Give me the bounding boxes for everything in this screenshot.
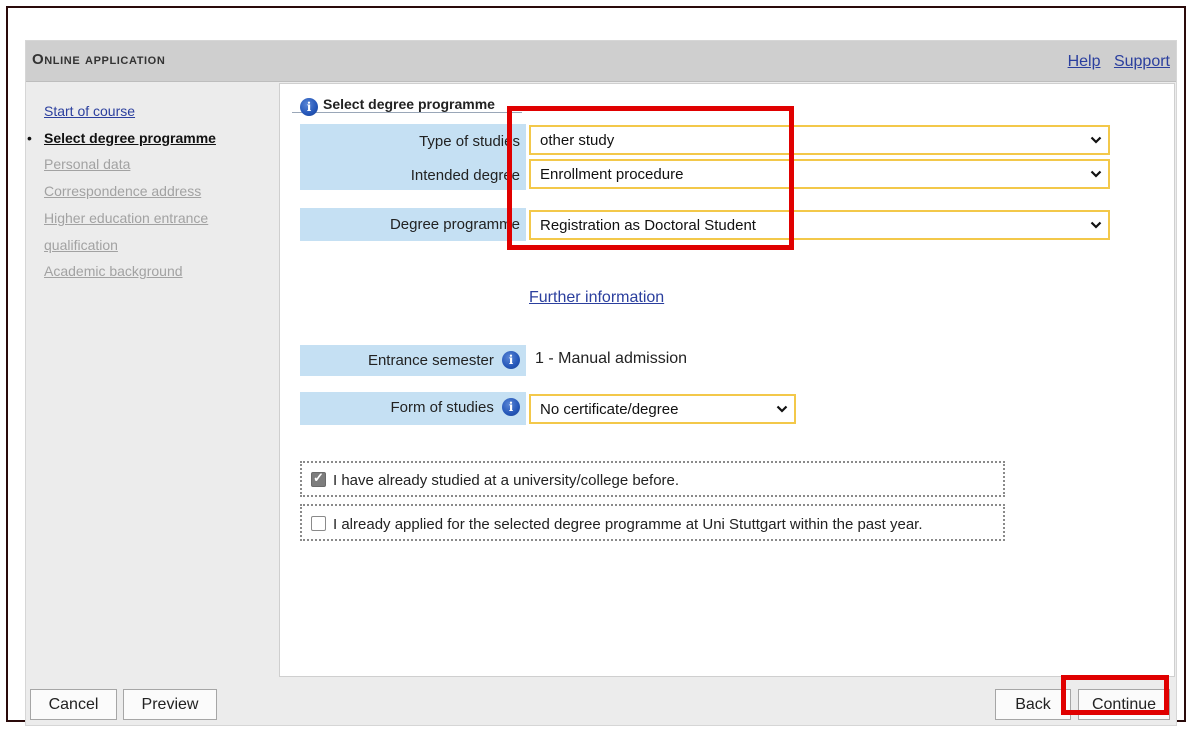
applied-before-label: I already applied for the selected degre… (333, 516, 923, 533)
main-content: i Select degree programme Type of studie… (279, 83, 1175, 677)
section-heading: i Select degree programme (292, 90, 522, 116)
sidebar: Start of course Select degree programme … (26, 82, 279, 677)
further-information-link[interactable]: Further information (529, 289, 664, 307)
sidebar-item-label: Academic background (44, 263, 183, 280)
form-of-studies-label-block: Form of studies i (300, 392, 526, 425)
studied-before-label: I have already studied at a university/c… (333, 472, 680, 489)
applied-before-checkbox[interactable] (311, 516, 326, 531)
degree-programme-value: Registration as Doctoral Student (540, 217, 756, 234)
support-link[interactable]: Support (1114, 53, 1170, 70)
sidebar-item-correspondence-address: Correspondence address (26, 178, 279, 205)
intended-degree-value: Enrollment procedure (540, 166, 684, 183)
type-of-studies-value: other study (540, 132, 615, 149)
sidebar-item-personal-data: Personal data (26, 151, 279, 178)
sidebar-item-label: Personal data (44, 156, 131, 173)
applied-before-row[interactable]: I already applied for the selected degre… (300, 504, 1005, 541)
degree-programme-label: Degree programme (300, 208, 526, 241)
sidebar-item-qualification: qualification (26, 232, 279, 259)
type-of-studies-select[interactable]: other study (529, 125, 1110, 155)
application-window: Online application Help Support Start of… (6, 6, 1186, 726)
chevron-down-icon (1090, 170, 1102, 178)
help-link[interactable]: Help (1068, 53, 1101, 70)
chevron-down-icon (1090, 136, 1102, 144)
type-of-studies-label: Type of studies (419, 133, 520, 150)
entrance-semester-label: Entrance semester (367, 352, 494, 369)
header-links: Help Support (1059, 53, 1170, 71)
sidebar-item-label: qualification (44, 236, 118, 253)
cancel-button[interactable]: Cancel (30, 689, 117, 720)
section-title: Select degree programme (323, 96, 495, 112)
chevron-down-icon (1090, 221, 1102, 229)
sidebar-steps: Start of course Select degree programme … (26, 82, 279, 285)
sidebar-item-start-of-course[interactable]: Start of course (26, 98, 279, 125)
type-and-degree-label-block: Type of studies Intended degree (300, 124, 526, 190)
info-icon[interactable]: i (502, 397, 520, 416)
sidebar-item-label: Select degree programme (44, 129, 216, 146)
studied-before-row[interactable]: I have already studied at a university/c… (300, 461, 1005, 497)
form-of-studies-value: No certificate/degree (540, 401, 679, 418)
preview-button[interactable]: Preview (123, 689, 217, 720)
info-icon: i (300, 98, 318, 116)
sidebar-item-select-degree-programme: Select degree programme (26, 125, 279, 152)
sidebar-item-label: Correspondence address (44, 183, 202, 200)
continue-button[interactable]: Continue (1078, 689, 1170, 720)
form-of-studies-select[interactable]: No certificate/degree (529, 394, 796, 424)
studied-before-checkbox[interactable] (311, 470, 326, 487)
sidebar-item-label: Higher education entrance (44, 209, 209, 226)
intended-degree-select[interactable]: Enrollment procedure (529, 159, 1110, 189)
page-title: Online application (32, 51, 166, 68)
entrance-semester-value: 1 - Manual admission (535, 350, 688, 367)
chevron-down-icon (776, 405, 788, 413)
degree-programme-select[interactable]: Registration as Doctoral Student (529, 210, 1110, 240)
sidebar-item-higher-education-entrance: Higher education entrance (26, 205, 279, 232)
form-of-studies-label: Form of studies (390, 399, 494, 416)
header-bar: Online application Help Support (26, 41, 1176, 82)
info-icon[interactable]: i (502, 350, 520, 369)
sidebar-item-label[interactable]: Start of course (44, 103, 135, 119)
intended-degree-label: Intended degree (410, 167, 520, 184)
entrance-semester-label-block: Entrance semester i (300, 345, 526, 376)
application-panel: Online application Help Support Start of… (25, 40, 1177, 726)
back-button[interactable]: Back (995, 689, 1071, 720)
sidebar-item-academic-background: Academic background (26, 258, 279, 285)
